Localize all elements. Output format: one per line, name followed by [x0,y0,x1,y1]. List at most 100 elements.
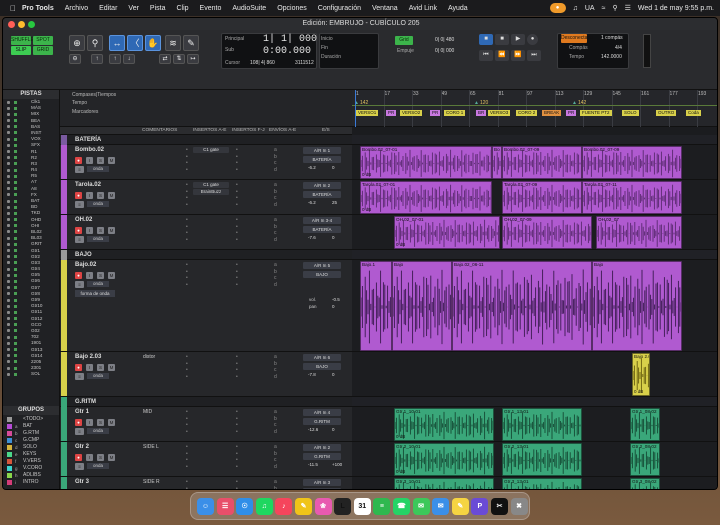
dock-app-notes-icon[interactable]: ✎ [295,498,312,515]
insert-fj-slot[interactable]: • [236,182,238,188]
audio-clip[interactable]: Bajo.02_06-11 [452,261,592,351]
track-name[interactable]: Gtr 1 [75,409,89,415]
insert-fj-slot[interactable]: • [236,237,238,243]
show-track-dot[interactable] [7,292,10,296]
playlist-button[interactable]: onda [87,201,109,207]
group-item[interactable]: b G.RTM [3,430,59,437]
show-track-dot[interactable] [7,211,10,215]
volume-value[interactable]: -0.5 [332,297,340,302]
input-monitor-button[interactable]: I [86,157,93,164]
menu-ventana[interactable]: Ventana [372,5,398,12]
show-track-dot[interactable] [7,310,10,314]
search-icon[interactable]: ⚲ [612,4,617,12]
input-selector[interactable]: A/R In 2 [303,444,341,451]
insert-empty-slot[interactable]: • [186,224,188,230]
send-slot[interactable]: d [274,167,277,173]
track-name[interactable]: Tarola.02 [75,182,101,188]
send-slot[interactable]: a [274,409,277,415]
insert-empty-slot[interactable]: • [186,160,188,166]
show-track-dot[interactable] [7,180,10,184]
insert-empty-slot[interactable]: • [186,182,188,188]
volume-value[interactable]: -7.8 [308,372,316,377]
mute-button[interactable]: M [108,364,115,371]
track-lane[interactable]: Tarola.02_07-01 0 dB Tarola.02_07-09 Tarola… [352,180,717,215]
insert-empty-slot[interactable]: • [186,374,188,380]
section-marker[interactable]: PR [566,110,577,116]
insert-fj-slot[interactable]: • [236,217,238,223]
section-marker[interactable]: SOLO [622,110,639,116]
output-selector[interactable]: G.RITM [303,453,341,460]
send-slot[interactable]: d [274,282,277,288]
send-slot[interactable]: b [274,154,277,160]
send-slot[interactable]: c [274,275,277,281]
audio-clip[interactable]: Bombo.02_07-09 [582,146,682,179]
insert-fj-slot[interactable]: • [236,409,238,415]
section-marker[interactable]: CORO 2 [516,110,538,116]
insert-fj-slot[interactable]: • [236,457,238,463]
audio-clip[interactable]: Bombo.02_07-01 0 dB [360,146,492,179]
section-marker[interactable]: PR [386,110,397,116]
dock-app-whatsapp-icon[interactable]: ☎ [393,498,410,515]
section-marker[interactable]: Coda [686,110,701,116]
insert-empty-slot[interactable]: • [186,167,188,173]
audio-clip[interactable]: Gtr 2_08-02 [630,443,660,476]
dock-app-mail-icon[interactable]: ✉ [432,498,450,515]
record-enable-button[interactable]: ● [75,157,82,164]
show-track-dot[interactable] [7,341,10,345]
selector-tool-icon[interactable]: 〈 [127,35,143,51]
show-track-dot[interactable] [7,329,10,333]
output-selector[interactable]: BAJO [303,363,341,370]
track-name[interactable]: Bajo.02 [75,262,96,268]
track-lane[interactable]: Gtr 1_10-01 0 dB Gtr 1_13-01 Gtr 1_08-02 [352,407,717,442]
insert-fj-slot[interactable]: • [236,354,238,360]
insert-fj-slot[interactable]: • [236,464,238,470]
group-item[interactable]: f V.VERS [3,458,59,465]
show-track-dot[interactable] [7,224,10,228]
track-list-item[interactable]: SOL [3,371,59,377]
send-slot[interactable]: a [274,147,277,153]
insert-fj-slot[interactable]: • [236,147,238,153]
section-marker[interactable]: VERSO2 [400,110,423,116]
grid-value-button[interactable]: Grid [395,36,413,45]
send-slot[interactable]: d [274,374,277,380]
playlist-button[interactable]: onda [87,236,109,242]
fast-forward-button[interactable]: ⏩ [511,50,525,61]
track-lane[interactable]: Gtr 2_10-01 0 dB Gtr 2_13-01 Gtr 2_08-02 [352,442,717,477]
insert-empty-slot[interactable]: • [186,451,188,457]
record-enable-button[interactable]: ● [75,364,82,371]
track-lane[interactable]: OH.02_07-01 0 dB OH.02_07-09 OH.02_07 [352,215,717,250]
insert-fj-slot[interactable]: • [236,269,238,275]
solo-button[interactable]: S [97,419,104,426]
insert-fj-slot[interactable]: • [236,224,238,230]
send-slot[interactable]: c [274,422,277,428]
show-track-dot[interactable] [7,187,10,191]
spot-mode-button[interactable]: SPOT [33,36,53,45]
output-selector[interactable]: BATERÍA [303,191,341,198]
show-track-dot[interactable] [7,372,10,376]
audio-clip[interactable]: Gtr 3_13-01 [502,478,582,489]
group-item[interactable]: d SOLO [3,444,59,451]
section-marker[interactable]: OUTRO [656,110,677,116]
menu-ayuda[interactable]: Ayuda [448,5,468,12]
show-track-dot[interactable] [7,174,10,178]
audio-clip[interactable]: Gtr 2_13-01 [502,443,582,476]
send-slot[interactable]: a [274,182,277,188]
record-enable-button[interactable]: ● [75,272,82,279]
audio-clip[interactable]: Tarola.02_07-01 0 dB [360,181,492,214]
input-monitor-button[interactable]: I [86,489,93,490]
rewind-button[interactable]: ⏪ [495,50,509,61]
zoom-out-icon[interactable]: ⊖ [69,54,81,64]
minimize-window-button[interactable] [18,21,25,28]
section-marker[interactable]: BR [476,110,487,116]
show-track-dot[interactable] [7,156,10,160]
group-item[interactable]: e KEYS [3,451,59,458]
show-track-dot[interactable] [7,304,10,308]
volume-value[interactable]: -6.2 [308,165,316,170]
audio-clip[interactable]: Bajo [392,261,452,351]
group-item[interactable]: a BAT [3,423,59,430]
wifi-icon[interactable]: ≈ [602,5,606,12]
insert-fj-slot[interactable]: • [236,262,238,268]
show-track-dot[interactable] [7,106,10,110]
section-marker[interactable]: PR [430,110,441,116]
insert-fj-slot[interactable]: • [236,479,238,485]
